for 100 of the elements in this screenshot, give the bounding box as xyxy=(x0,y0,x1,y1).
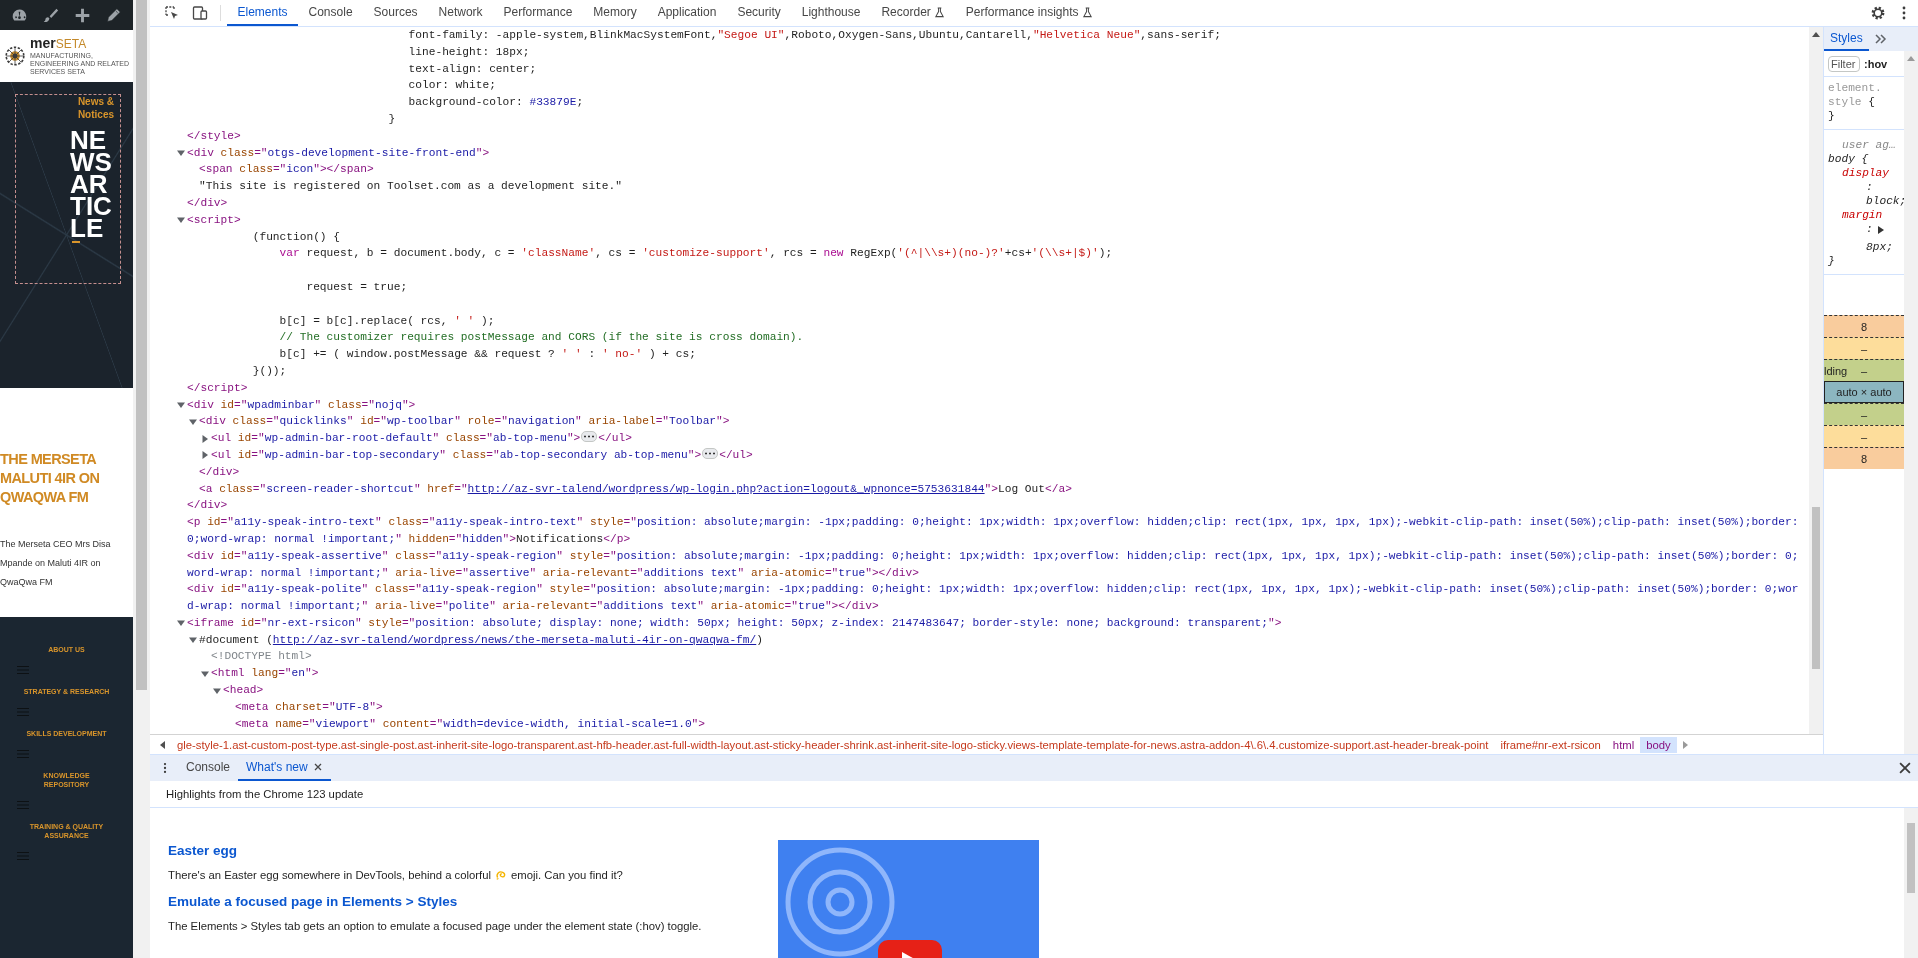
panel-tab[interactable]: Performance insights xyxy=(955,0,1104,26)
expand-triangle-icon[interactable] xyxy=(177,149,185,158)
code-link[interactable]: http://az-svr-talend/wordpress/news/the-merseta-maluti-4ir-on-qwaqwa-fm/ xyxy=(272,633,757,646)
plus-icon[interactable] xyxy=(73,6,91,24)
close-icon[interactable] xyxy=(1898,761,1912,775)
ellipsis-button[interactable] xyxy=(702,447,719,459)
code-text: <div class="otgs-development-site-front-end"> xyxy=(187,146,490,159)
code-text: font-family: -apple-system,BlinkMacSystemFont,"Segoe UI",Roboto,Oxygen-Sans,Ubuntu,Cantarell,"Helvetica Neue",sans-serif; line-height: 18px; text-align: center; color: white; background-color: #33879E; } xyxy=(387,29,1221,125)
expand-triangle-icon[interactable] xyxy=(177,216,185,225)
code-text: </ul> xyxy=(598,432,632,445)
drawer-scrollbar[interactable] xyxy=(1904,808,1918,958)
device-toolbar-icon[interactable] xyxy=(192,5,208,21)
scrollbar-thumb[interactable] xyxy=(136,0,147,690)
code-text: <!DOCTYPE html> xyxy=(211,650,312,663)
article-text: emoji. Can you find it? xyxy=(511,869,623,881)
expand-triangle-icon[interactable] xyxy=(177,619,185,628)
code-text: <head> xyxy=(223,684,264,697)
box-model-layer: 8 xyxy=(1824,315,1904,337)
code-link[interactable]: http://az-svr-talend/wordpress/wp-login.php?action=logout&_wpnonce=5753631844 xyxy=(467,482,985,495)
article-text: There's an Easter egg somewhere in DevTools, behind a colorful xyxy=(168,869,492,881)
breadcrumb[interactable]: body xyxy=(1640,736,1677,753)
scroll-right-icon[interactable] xyxy=(1682,740,1688,749)
code-text: <div id="a11y-speak-assertive" class="a11y-speak-region" style="position: absolute;margin: -1px;padding: 0;height: 1px;width: 1px;overflow: hidden;clip: rect(1px, 1px, 1px, 1px);-webkit-clip-path: inset(50%);clip-path: inset(50%);border: 0;word-wrap: normal !important;" aria-live="assertive" aria-relevant="additions text" aria-atomic="true"></div> xyxy=(187,549,1799,579)
expand-triangle-icon[interactable] xyxy=(189,417,197,426)
code-text: </script> xyxy=(187,381,248,394)
scrollbar-thumb[interactable] xyxy=(1812,507,1820,669)
rule-origin: user ag… xyxy=(1841,138,1897,152)
code-text: ">Log Out</a> xyxy=(984,482,1072,495)
title-underline xyxy=(72,241,80,243)
settings-icon[interactable] xyxy=(1870,5,1886,21)
breadcrumb[interactable]: html xyxy=(1606,736,1641,753)
panel-tab[interactable]: Performance xyxy=(493,0,583,26)
property-name: display xyxy=(1841,166,1890,180)
filter-field[interactable]: Filter xyxy=(1828,56,1860,72)
article-heading[interactable]: Easter egg xyxy=(168,842,778,860)
code-text: <p id="a11y-speak-intro-text" class="a11y-speak-intro-text" style="position: absolute;margin: -1px;padding: 0;height: 1px;width: 1px;overflow: hidden;clip: rect(1px, 1px, 1px, 1px);-webkit-clip-path: inset(50%);clip-path: inset(50%);border: 0;word-wrap: normal !important;" hidden="hidden">Notifications</p> xyxy=(187,516,1800,545)
code-text: (function() { var request, b = document.body, c = 'className', cs = 'customize-support', rcs = new RegExp('(^|\\s+)(no-)?'+cs+'(\\s+|$)'); request = true; b[c] = b[c].replace( rcs, ' ' ); // The customizer requires postMessage and CORS (if the site is cross domain). b[c] += ( window.postMessage && request ? ' ' : ' no-' ) + cs; }()); xyxy=(251,230,1113,377)
post-title: THE MERSETA MALUTI 4IR ON QWAQWA FM xyxy=(0,450,101,507)
flask-icon xyxy=(1081,6,1093,18)
rule-selector: body { xyxy=(1828,152,1870,166)
hov-toggle[interactable]: :hov xyxy=(1864,57,1888,71)
breadcrumb[interactable]: iframe#nr-ext-rsicon xyxy=(1494,736,1607,753)
article-heading[interactable]: Emulate a focused page in Elements > Styles xyxy=(168,893,778,911)
inspect-icon[interactable] xyxy=(164,5,180,21)
panel-tab[interactable]: Security xyxy=(726,0,792,26)
styles-scrollbar[interactable] xyxy=(1904,51,1918,754)
hero-title: NEWS ARTICLE xyxy=(70,129,113,239)
expand-triangle-icon[interactable] xyxy=(213,686,221,695)
video-thumbnail[interactable] xyxy=(778,840,1039,958)
code-text: <div class="quicklinks" id="wp-toolbar" role="navigation" aria-label="Toolbar"> xyxy=(199,415,730,428)
code-text: <ul id="wp-admin-bar-root-default" class="ab-top-menu"> xyxy=(211,432,581,445)
box-model-layer: – xyxy=(1824,403,1904,425)
panel-tab[interactable]: Sources xyxy=(363,0,429,26)
box-model-layer: lding – xyxy=(1824,359,1904,381)
page-scrollbar[interactable] xyxy=(133,0,150,958)
scrollbar-thumb[interactable] xyxy=(1907,823,1915,893)
property-name: margin xyxy=(1841,208,1884,222)
code-text: #document ( xyxy=(199,633,273,646)
panel-tab[interactable]: Network xyxy=(428,0,494,26)
code-text: <ul id="wp-admin-bar-top-secondary" class="ab-top-secondary ab-top-menu"> xyxy=(211,448,702,461)
code-text: ) xyxy=(756,633,763,646)
panel-tab[interactable]: Memory xyxy=(582,0,648,26)
ellipsis-button[interactable] xyxy=(581,431,598,443)
rule-selector: element.style { xyxy=(1828,81,1883,109)
drawer-tab[interactable]: Console xyxy=(178,755,239,781)
panel-tab[interactable]: Application xyxy=(647,0,727,26)
drawer-tab[interactable]: What's new xyxy=(238,755,331,781)
expand-triangle-icon[interactable] xyxy=(1878,226,1884,234)
box-model-layer: 8 xyxy=(1824,447,1904,469)
code-text: <span class="icon"></span> xyxy=(199,163,374,176)
expand-triangle-icon[interactable] xyxy=(201,434,209,443)
panel-tab[interactable]: Console xyxy=(298,0,364,26)
logo-icon xyxy=(3,44,27,68)
scroll-up-icon[interactable] xyxy=(1812,32,1820,37)
hero-kicker: News & Notices xyxy=(76,95,114,121)
breadcrumb[interactable]: gle-style-1.ast-custom-post-type.ast-single-post.ast-inherit-site-logo-transparent.ast-hfb-header.ast-full-width-layout.ast-sticky-header-shrink.ast-inherit-site-logo-sticky.views-template-template-for-news.astra-addon-4\.6\.4.customize-support.ast-header-break-point xyxy=(171,736,1495,753)
code-text: <meta charset="UTF-8"> xyxy=(235,700,383,713)
expand-triangle-icon[interactable] xyxy=(189,636,197,645)
code-text: </div> xyxy=(199,465,240,478)
code-text: <iframe id="nr-ext-rsicon" style="position: absolute; display: none; width: 50px; height: 50px; z-index: 2147483647; border-style: none; background: transparent;"> xyxy=(187,616,1282,629)
code-text: </div> xyxy=(187,196,228,209)
code-text: <a class="screen-reader-shortcut" href=" xyxy=(199,482,468,495)
pencil-icon[interactable] xyxy=(104,6,122,24)
brush-icon[interactable] xyxy=(42,6,60,24)
rule-close-brace: } xyxy=(1828,109,1836,123)
property-value: block; xyxy=(1865,194,1904,208)
panel-tab[interactable]: Lighthouse xyxy=(791,0,871,26)
scroll-left-icon[interactable] xyxy=(160,740,165,749)
code-scrollbar[interactable] xyxy=(1809,27,1823,734)
panel-tab[interactable]: Recorder xyxy=(870,0,956,26)
code-text: <div id="a11y-speak-polite" class="a11y-speak-region" style="position: absolute;margin: -1px;padding: 0;height: 1px;width: 1px;overflow: hidden;clip: rect(1px, 1px, 1px, 1px);-webkit-clip-path: inset(50%);clip-path: inset(50%);border: 0;word-wrap: normal !important;" aria-live="polite" aria-relevant="additions text" aria-atomic="true"></div> xyxy=(187,583,1799,613)
close-icon[interactable] xyxy=(312,762,323,772)
expand-triangle-icon[interactable] xyxy=(201,669,209,678)
more-tabs-icon[interactable] xyxy=(1874,34,1887,44)
code-text: <script> xyxy=(187,213,241,226)
code-text: </style> xyxy=(187,129,241,142)
expand-triangle-icon[interactable] xyxy=(201,451,209,460)
expand-triangle-icon[interactable] xyxy=(177,401,185,410)
panel-tab[interactable]: Elements xyxy=(227,0,299,26)
post-excerpt: The Merseta CEO Mrs Disa Mpande on Maluti 4IR on QwaQwa FM xyxy=(0,538,112,589)
